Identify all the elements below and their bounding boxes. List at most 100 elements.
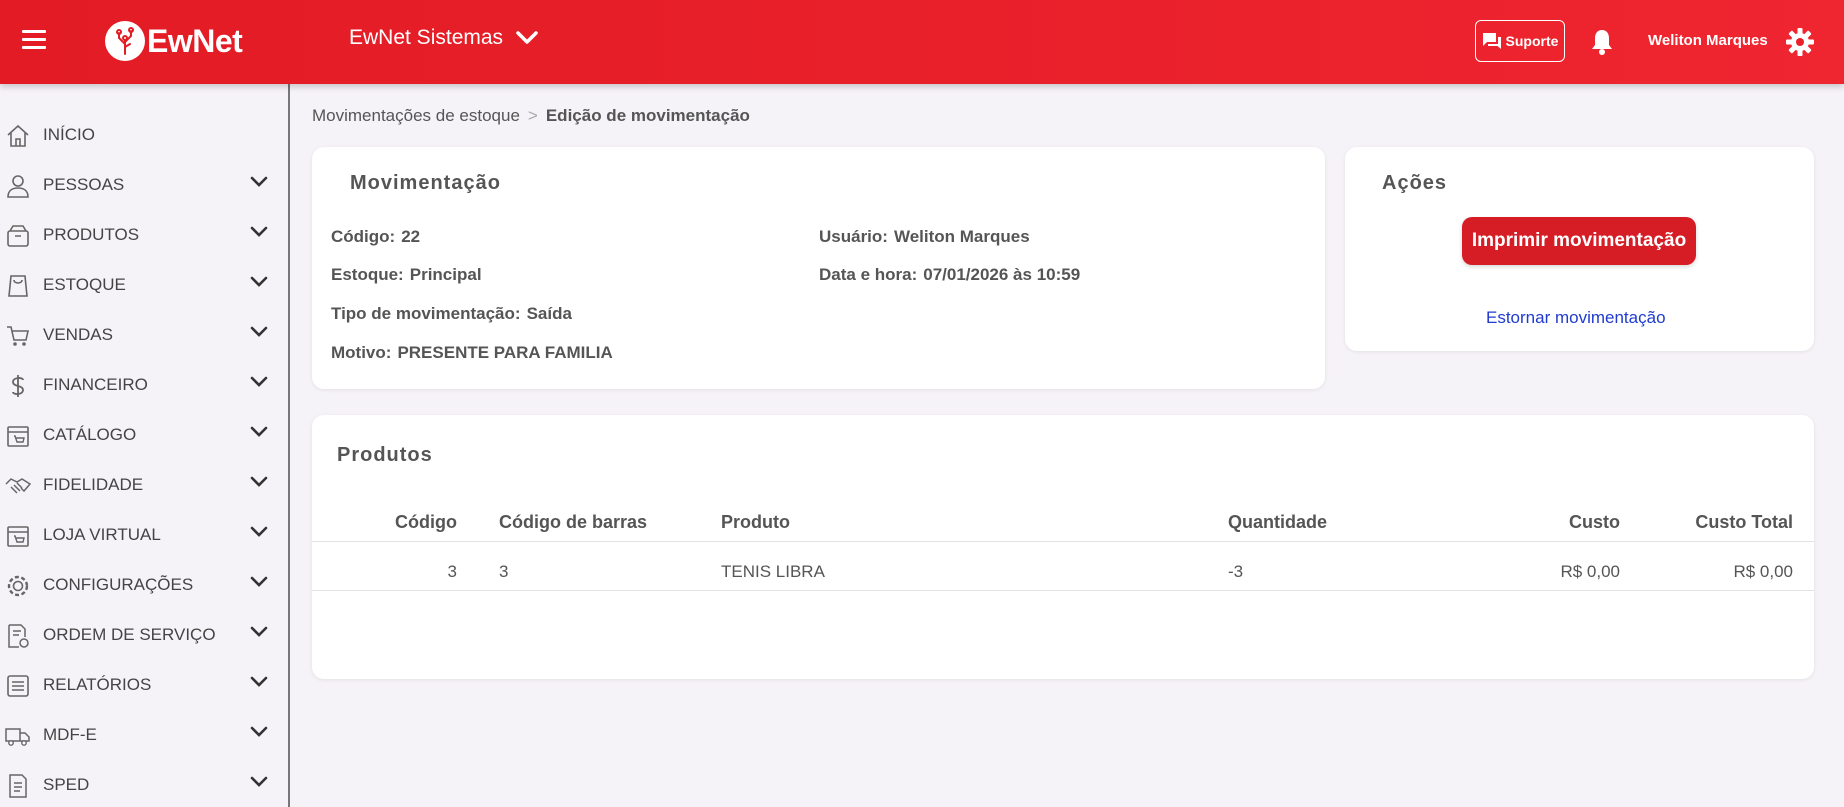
column-header-codigo[interactable]: Código — [380, 512, 457, 533]
field-label: Motivo: — [331, 343, 392, 362]
chevron-down-icon — [250, 526, 268, 537]
sidebar-item-label: VENDAS — [43, 325, 113, 344]
company-name: EwNet Sistemas — [349, 26, 504, 49]
table-row-divider — [312, 590, 1814, 591]
column-header-custo[interactable]: Custo — [1520, 512, 1620, 533]
reverse-movement-link[interactable]: Estornar movimentação — [1486, 308, 1666, 328]
chevron-down-icon — [250, 776, 268, 787]
gear-icon — [7, 575, 29, 597]
sidebar-item-label: MDF-E — [43, 725, 97, 744]
products-card-title: Produtos — [337, 444, 433, 466]
field-value: Weliton Marques — [893, 227, 1030, 246]
sidebar-item-produtos[interactable]: PRODUTOS — [0, 210, 288, 260]
store-icon — [7, 426, 29, 447]
chevron-down-icon — [250, 626, 268, 637]
column-header-produto[interactable]: Produto — [721, 512, 790, 533]
products-card — [312, 415, 1814, 679]
logo[interactable]: EwNet — [105, 20, 243, 62]
sidebar-item-loja-virtual[interactable]: LOJA VIRTUAL — [0, 510, 288, 560]
movement-user: Usuário: Weliton Marques — [819, 227, 1030, 247]
movement-type: Tipo de movimentação: Saída — [331, 304, 572, 324]
print-movement-button[interactable]: Imprimir movimentação — [1462, 217, 1696, 265]
sidebar-item-label: FINANCEIRO — [43, 375, 148, 394]
breadcrumb-parent-link[interactable]: Movimentações de estoque — [312, 106, 520, 126]
movement-datetime: Data e hora: 07/01/2026 às 10:59 — [819, 265, 1080, 285]
sidebar-item-label: CONFIGURAÇÕES — [43, 575, 194, 594]
sidebar-item-label: PESSOAS — [43, 175, 125, 194]
menu-icon[interactable] — [22, 30, 46, 52]
sidebar-item-sped[interactable]: SPED — [0, 760, 288, 807]
sidebar-item-financeiro[interactable]: FINANCEIRO — [0, 360, 288, 410]
column-header-custo-total[interactable]: Custo Total — [1650, 512, 1793, 533]
field-label: Código: — [331, 227, 396, 246]
field-value: Principal — [409, 265, 482, 284]
field-value: Saída — [526, 304, 572, 323]
sidebar-item-label: LOJA VIRTUAL — [43, 525, 161, 544]
sidebar-item-fidelidade[interactable]: FIDELIDADE — [0, 460, 288, 510]
sidebar: INÍCIO PESSOAS PRODUTOS ESTOQUE VENDAS F… — [0, 84, 290, 807]
sidebar-item-label: INÍCIO — [43, 125, 95, 144]
support-button[interactable]: Suporte — [1475, 20, 1565, 62]
truck-icon — [5, 728, 30, 746]
settings-gear-icon[interactable] — [1785, 27, 1815, 62]
handshake-icon — [5, 478, 31, 494]
person-icon — [7, 175, 29, 198]
store-cart-icon — [7, 526, 29, 547]
field-label: Tipo de movimentação: — [331, 304, 521, 323]
list-icon — [7, 675, 29, 697]
cell-codigo: 3 — [447, 562, 457, 581]
field-value: 22 — [401, 227, 421, 246]
chevron-down-icon — [516, 31, 538, 44]
top-bar: EwNet EwNet Sistemas Suporte Weliton Mar… — [0, 0, 1844, 84]
cell-quantidade: -3 — [1228, 562, 1244, 581]
sidebar-item-label: ORDEM DE SERVIÇO — [43, 625, 216, 644]
logo-tree-icon — [105, 21, 145, 61]
breadcrumb-current: Edição de movimentação — [545, 106, 750, 125]
bell-icon[interactable] — [1590, 28, 1614, 61]
file-icon — [9, 774, 27, 798]
column-header-quantidade[interactable]: Quantidade — [1228, 512, 1327, 533]
dollar-icon — [12, 375, 24, 397]
movement-card-title: Movimentação — [350, 172, 501, 194]
field-label: Usuário: — [819, 227, 888, 246]
sidebar-item-vendas[interactable]: VENDAS — [0, 310, 288, 360]
sidebar-item-catalogo[interactable]: CATÁLOGO — [0, 410, 288, 460]
sidebar-item-label: ESTOQUE — [43, 275, 126, 294]
sidebar-item-label: FIDELIDADE — [43, 475, 144, 494]
chevron-down-icon — [250, 476, 268, 487]
cell-custo-total: R$ 0,00 — [1733, 562, 1793, 581]
cart-icon — [7, 326, 29, 346]
chevron-down-icon — [250, 176, 268, 187]
sidebar-item-pessoas[interactable]: PESSOAS — [0, 160, 288, 210]
support-label: Suporte — [1505, 33, 1559, 49]
field-label: Data e hora: — [819, 265, 918, 284]
chat-icon — [1482, 33, 1501, 49]
sidebar-item-configuracoes[interactable]: CONFIGURAÇÕES — [0, 560, 288, 610]
sidebar-item-label: CATÁLOGO — [43, 425, 137, 444]
chevron-down-icon — [250, 326, 268, 337]
chevron-down-icon — [250, 726, 268, 737]
sidebar-item-label: RELATÓRIOS — [43, 675, 152, 694]
bag-icon — [8, 275, 28, 297]
chevron-down-icon — [250, 676, 268, 687]
box-icon — [7, 225, 29, 247]
company-selector[interactable]: EwNet Sistemas — [349, 26, 539, 50]
actions-card-title: Ações — [1382, 172, 1448, 194]
chevron-down-icon — [250, 576, 268, 587]
movement-stock: Estoque: Principal — [331, 265, 482, 285]
movement-reason: Motivo: PRESENTE PARA FAMILIA — [331, 343, 613, 363]
user-name[interactable]: Weliton Marques — [1648, 32, 1768, 49]
chevron-down-icon — [250, 276, 268, 287]
document-gear-icon — [8, 624, 29, 648]
table-header-divider — [312, 541, 1814, 542]
sidebar-item-inicio[interactable]: INÍCIO — [0, 110, 288, 160]
sidebar-item-label: SPED — [43, 775, 90, 794]
cell-codigo-barras: 3 — [499, 562, 509, 581]
sidebar-item-relatorios[interactable]: RELATÓRIOS — [0, 660, 288, 710]
column-header-codigo-barras[interactable]: Código de barras — [499, 512, 647, 533]
breadcrumb-separator: > — [527, 106, 538, 125]
chevron-down-icon — [250, 376, 268, 387]
sidebar-item-estoque[interactable]: ESTOQUE — [0, 260, 288, 310]
sidebar-item-mdf-e[interactable]: MDF-E — [0, 710, 288, 760]
sidebar-item-ordem-de-servico[interactable]: ORDEM DE SERVIÇO — [0, 610, 288, 660]
